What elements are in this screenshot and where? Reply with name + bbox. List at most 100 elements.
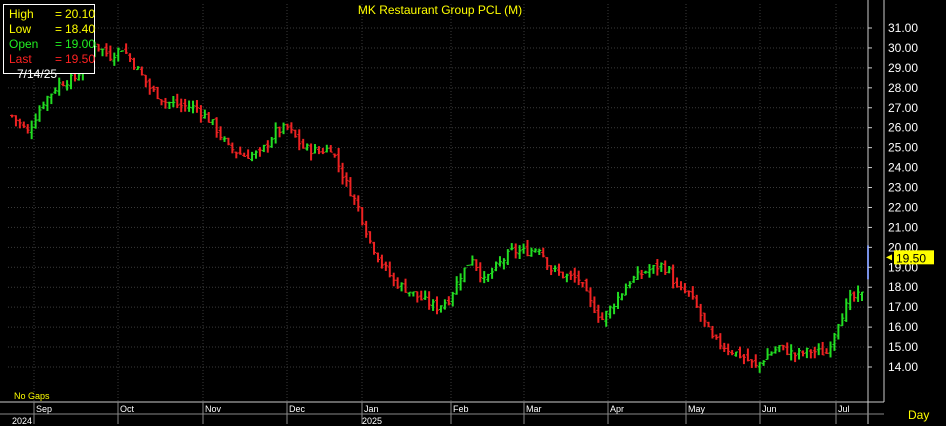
x-tick-label: Jun — [762, 404, 777, 414]
price-bar — [556, 263, 561, 276]
price-bar — [647, 264, 652, 278]
price-bar — [690, 286, 695, 300]
ohlc-low-label: Low — [9, 22, 32, 36]
x-tick-label: Mar — [526, 404, 542, 414]
price-bar — [375, 252, 380, 263]
price-bar — [466, 264, 471, 266]
price-bar — [576, 270, 581, 286]
ohlc-open-value: 19.00 — [65, 37, 96, 51]
price-bar — [328, 145, 333, 153]
y-tick-label: 22.00 — [888, 200, 918, 214]
price-bar — [171, 95, 176, 108]
price-bar — [702, 312, 707, 327]
price-bar — [360, 207, 365, 226]
price-bar — [297, 129, 302, 151]
price-bar — [391, 272, 396, 287]
price-bar — [789, 344, 794, 361]
price-bar — [612, 303, 617, 315]
price-bar — [257, 147, 262, 157]
price-bar — [753, 354, 758, 368]
price-bar — [112, 52, 117, 66]
price-bar — [698, 303, 703, 322]
price-bar — [301, 138, 306, 149]
price-bar — [627, 281, 632, 289]
price-bar — [281, 122, 286, 135]
price-bar — [372, 241, 377, 255]
price-bar — [253, 150, 258, 159]
price-bar — [269, 136, 274, 148]
price-bar — [49, 93, 54, 105]
price-bar — [309, 143, 314, 161]
price-bar — [643, 270, 648, 274]
price-bar — [832, 332, 837, 351]
price-bar — [222, 136, 227, 142]
price-bar — [356, 195, 361, 212]
price-bar — [442, 299, 447, 310]
price-bar — [458, 273, 463, 291]
chart-title: MK Restaurant Group PCL (M) — [358, 3, 522, 17]
ohlc-low-eq: = — [55, 22, 63, 36]
y-tick-label: 17.00 — [888, 300, 918, 314]
price-bar — [686, 290, 691, 297]
price-bar — [812, 346, 817, 359]
price-bar — [549, 265, 554, 276]
price-bar — [344, 172, 349, 187]
price-bar — [635, 266, 640, 280]
price-bar — [305, 143, 310, 151]
ohlc-last-eq: = — [55, 52, 63, 66]
price-bar — [525, 239, 530, 257]
x-tick-label: Sep — [36, 404, 52, 414]
price-bar — [486, 273, 491, 282]
price-bar — [383, 261, 388, 271]
price-bar — [431, 299, 436, 311]
price-bar — [108, 45, 113, 62]
price-bar — [592, 296, 597, 314]
ohlc-high-value: 20.10 — [65, 7, 96, 21]
ohlc-last-value: 19.50 — [65, 52, 96, 66]
price-bar — [824, 348, 829, 354]
ohlc-high-eq: = — [55, 7, 63, 21]
price-bar — [45, 95, 50, 111]
price-bar — [187, 100, 192, 112]
x-year-label: 2024 — [12, 416, 32, 426]
interval-label[interactable]: Day — [908, 408, 929, 422]
price-bar — [368, 231, 373, 244]
price-bar — [584, 278, 589, 292]
price-bar — [726, 343, 731, 356]
price-bar — [407, 291, 412, 297]
y-tick-label: 27.00 — [888, 101, 918, 115]
price-bar — [128, 53, 133, 63]
ohlc-low-row: Low = 18.40 — [9, 22, 96, 37]
price-bar — [537, 248, 542, 256]
price-bar — [100, 48, 105, 57]
price-bar — [135, 66, 140, 71]
ohlc-open-label: Open — [9, 37, 39, 51]
price-bar — [289, 122, 294, 134]
price-bar — [749, 359, 754, 368]
price-bar — [10, 114, 14, 118]
price-bar — [131, 57, 136, 70]
price-bar — [427, 291, 432, 310]
price-bar — [238, 146, 243, 155]
price-bar — [513, 243, 518, 259]
price-bar — [800, 350, 805, 357]
price-chart[interactable]: 14.0015.0016.0017.0018.0019.0020.0021.00… — [0, 0, 946, 426]
price-bar — [116, 47, 121, 62]
gridlines — [8, 4, 866, 402]
price-bar — [96, 43, 101, 52]
y-tick-label: 31.00 — [888, 21, 918, 35]
price-bar — [852, 291, 857, 302]
price-bar — [206, 111, 211, 123]
x-tick-label: Dec — [289, 404, 306, 414]
price-bar — [623, 283, 628, 296]
price-bar — [741, 354, 746, 365]
price-bar — [336, 147, 341, 173]
price-bar — [588, 287, 593, 308]
price-bar — [320, 147, 325, 155]
price-bar — [639, 269, 644, 279]
price-bar — [804, 347, 809, 359]
price-bar — [631, 275, 636, 283]
y-tick-label: 18.00 — [888, 280, 918, 294]
price-bar — [234, 151, 239, 159]
ohlc-low-value: 18.40 — [65, 22, 96, 36]
